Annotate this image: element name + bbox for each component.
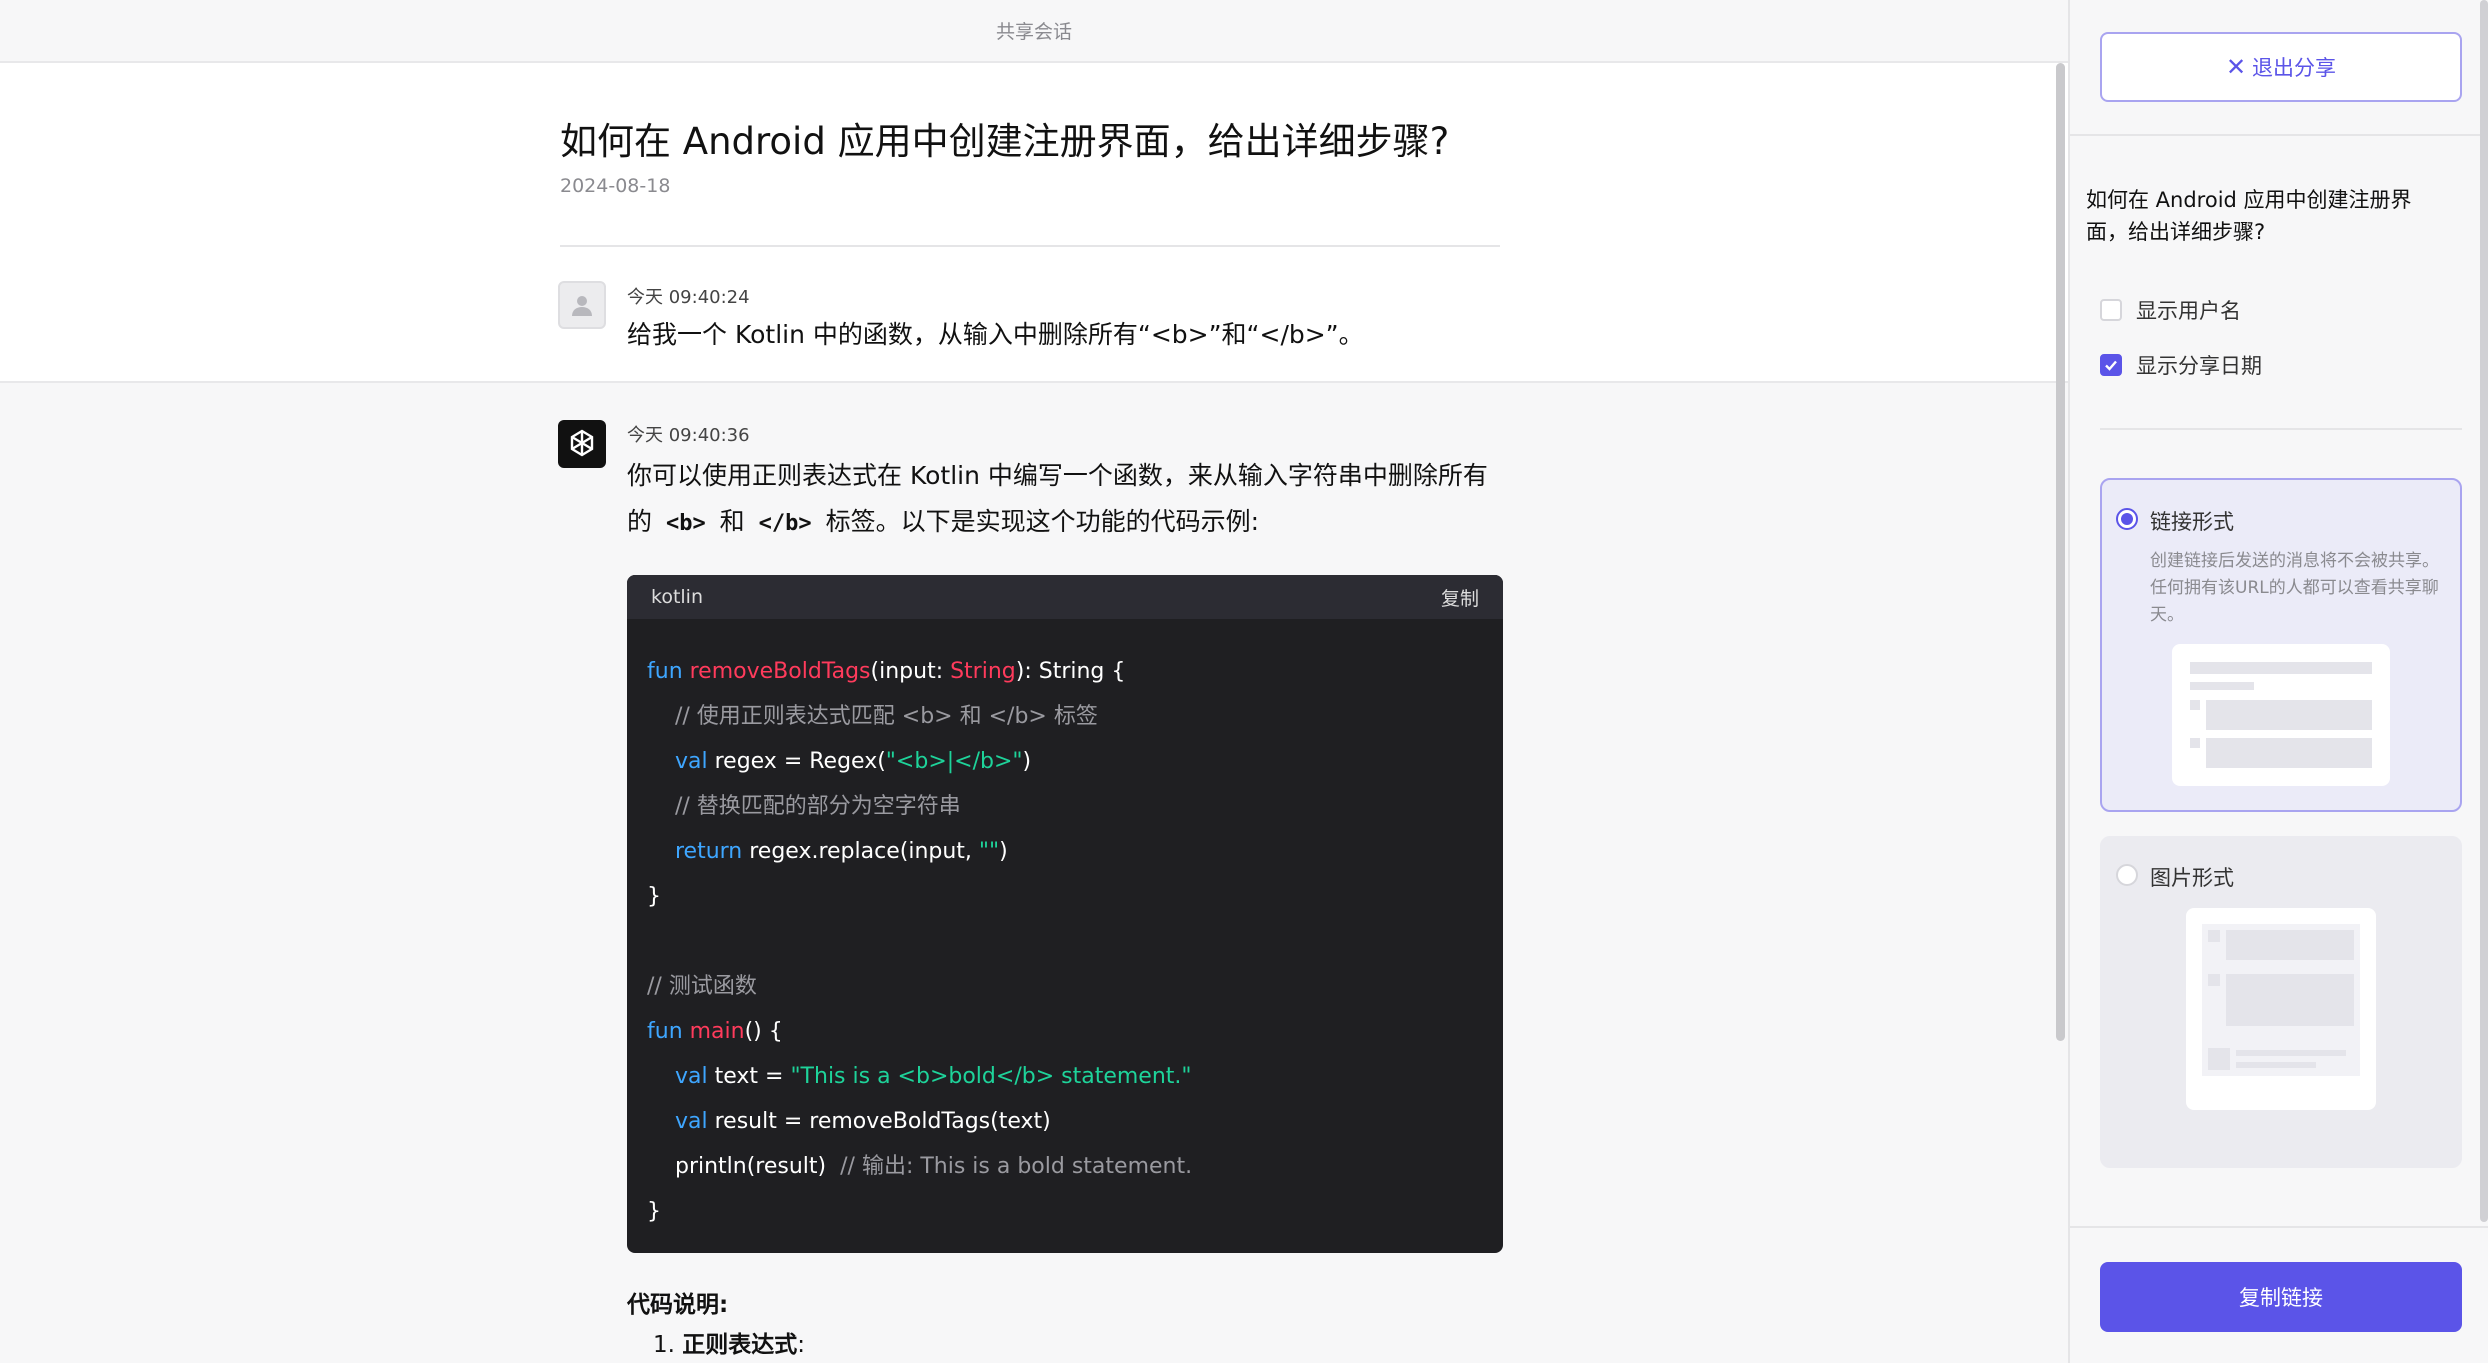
topbar-title: 共享会话 — [995, 21, 1072, 43]
exit-share-label: 退出分享 — [2252, 56, 2337, 80]
explanation-item-rest: : — [797, 1332, 806, 1358]
code-block: kotlin 复制 fun removeBoldTags(input: Stri… — [627, 575, 1503, 1253]
assistant-message-time: 今天 09:40:36 — [627, 425, 750, 446]
conversation-date: 2024-08-18 — [560, 175, 671, 197]
para-post: 标签。以下是实现这个功能的代码示例: — [825, 507, 1260, 536]
conversation-header: 如何在 Android 应用中创建注册界面，给出详细步骤? 2024-08-18… — [0, 63, 2068, 383]
assistant-avatar — [558, 420, 606, 468]
code-line: // 替换匹配的部分为空字符串 — [647, 794, 961, 819]
explanation-item: 1. 正则表达式: — [653, 1325, 805, 1359]
link-format-description: 创建链接后发送的消息将不会被共享。任何拥有该URL的人都可以查看共享聊天。 — [2150, 551, 2439, 625]
main-scrollbar[interactable] — [2056, 63, 2065, 1041]
image-format-label: 图片形式 — [2150, 866, 2234, 890]
checkmark-icon — [2105, 360, 2117, 371]
code-line: fun removeBoldTags(input: String): Strin… — [647, 659, 1126, 684]
panel-scrollbar[interactable] — [2480, 0, 2488, 1222]
copy-link-button[interactable]: 复制链接 — [2100, 1262, 2462, 1332]
link-format-option[interactable]: 链接形式 创建链接后发送的消息将不会被共享。任何拥有该URL的人都可以查看共享聊… — [2100, 478, 2462, 812]
panel-divider — [2100, 428, 2462, 430]
panel-divider — [2070, 1226, 2488, 1228]
code-line: fun main() { — [647, 1019, 783, 1044]
link-preview-illustration — [2172, 644, 2390, 786]
code-line: println(result) // 输出: This is a bold st… — [647, 1154, 1193, 1179]
conversation-area[interactable]: 如何在 Android 应用中创建注册界面，给出详细步骤? 2024-08-18… — [0, 63, 2068, 1363]
exit-share-button[interactable]: ✕ 退出分享 — [2100, 32, 2462, 102]
explanation-item-bold: 正则表达式 — [682, 1332, 798, 1358]
para-pre: 的 — [627, 507, 653, 536]
code-line: val text = "This is a <b>bold</b> statem… — [647, 1064, 1192, 1089]
code-block-header: kotlin 复制 — [627, 575, 1503, 619]
code-line: } — [647, 884, 661, 909]
message-separator — [0, 381, 2068, 383]
close-icon: ✕ — [2225, 53, 2247, 81]
link-format-radio[interactable] — [2116, 508, 2138, 530]
inline-code-open-tag: <b> — [665, 511, 706, 536]
para-mid: 和 — [719, 507, 745, 536]
panel-divider — [2070, 134, 2488, 136]
show-share-date-label: 显示分享日期 — [2136, 354, 2262, 378]
code-line: val result = removeBoldTags(text) — [647, 1109, 1051, 1134]
code-content: fun removeBoldTags(input: String): Strin… — [627, 619, 1503, 1253]
code-line: val regex = Regex("<b>|</b>") — [647, 749, 1032, 774]
assistant-paragraph-line2: 的 <b> 和 </b> 标签。以下是实现这个功能的代码示例: — [627, 499, 1259, 547]
copy-code-button[interactable]: 复制 — [1441, 584, 1479, 611]
explanation-item-number: 1. — [653, 1332, 675, 1358]
show-share-date-checkbox[interactable] — [2100, 354, 2122, 376]
show-username-checkbox[interactable] — [2100, 299, 2122, 321]
share-panel: ✕ 退出分享 如何在 Android 应用中创建注册界面，给出详细步骤? 显示用… — [2068, 0, 2488, 1363]
user-message-text: 给我一个 Kotlin 中的函数，从输入中删除所有“<b>”和“</b>”。 — [627, 320, 1364, 349]
share-topbar: 共享会话 — [0, 0, 2068, 63]
assistant-paragraph-line1: 你可以使用正则表达式在 Kotlin 中编写一个函数，来从输入字符串中删除所有 — [627, 461, 1488, 490]
openai-logo-icon — [570, 429, 594, 457]
panel-conversation-title: 如何在 Android 应用中创建注册界面，给出详细步骤? — [2086, 188, 2412, 244]
user-avatar — [558, 281, 606, 329]
image-format-radio[interactable] — [2116, 864, 2138, 886]
code-line: // 使用正则表达式匹配 <b> 和 </b> 标签 — [647, 704, 1098, 729]
person-icon — [572, 296, 592, 316]
inline-code-close-tag: </b> — [758, 511, 812, 536]
image-preview-illustration — [2186, 908, 2376, 1110]
show-username-label: 显示用户名 — [2136, 299, 2241, 323]
show-share-date-toggle[interactable]: 显示分享日期 — [2100, 350, 2262, 380]
explanation-title: 代码说明: — [627, 1292, 729, 1318]
link-format-label: 链接形式 — [2150, 510, 2234, 534]
code-line: return regex.replace(input, "") — [647, 839, 1008, 864]
show-username-toggle[interactable]: 显示用户名 — [2100, 295, 2241, 325]
image-format-option[interactable]: 图片形式 — [2100, 836, 2462, 1168]
code-language: kotlin — [651, 586, 703, 608]
conversation-title: 如何在 Android 应用中创建注册界面，给出详细步骤? — [560, 120, 1450, 163]
user-message-time: 今天 09:40:24 — [627, 287, 750, 308]
code-line: } — [647, 1199, 661, 1224]
code-line: // 测试函数 — [647, 974, 757, 999]
header-divider — [560, 245, 1500, 247]
